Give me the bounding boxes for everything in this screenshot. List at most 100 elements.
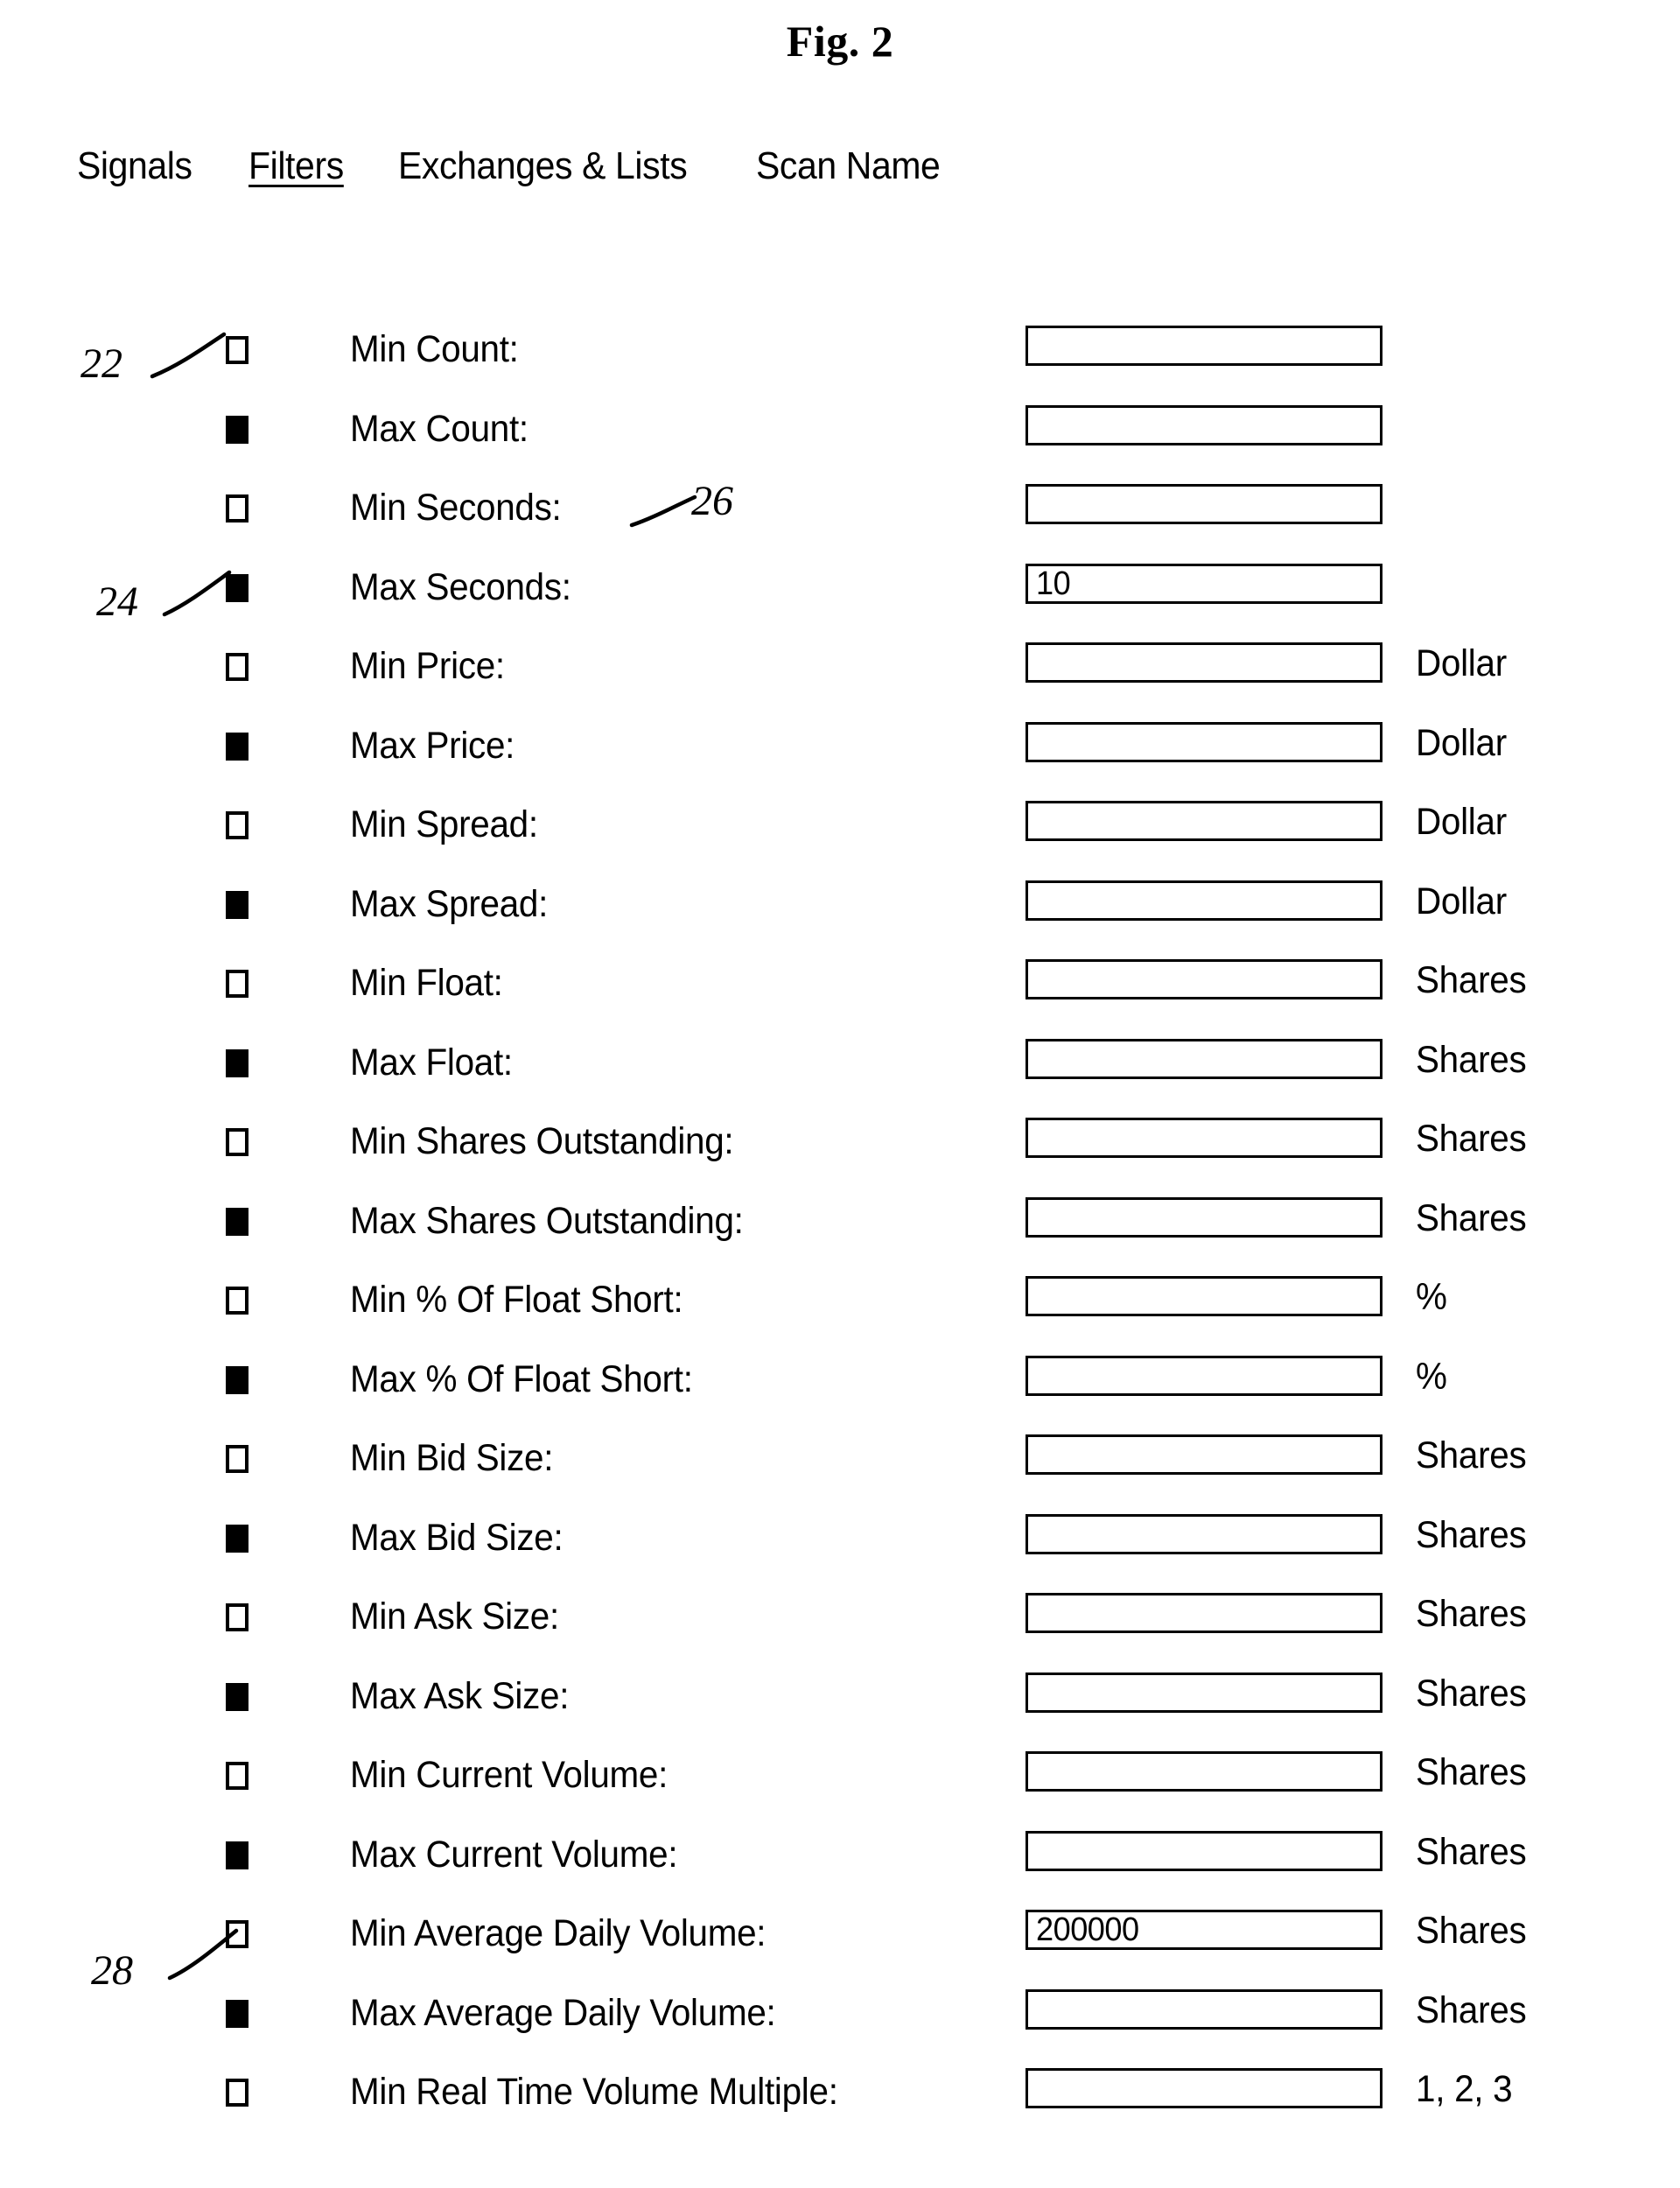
min-spread-label: Min Spread:: [350, 803, 538, 845]
min-price-input[interactable]: [1026, 642, 1382, 683]
filter-row: Max Shares Outstanding: Shares: [0, 1194, 1680, 1273]
filter-row: Min Seconds:: [0, 480, 1680, 560]
min-real-time-volume-multiple-checkbox[interactable]: [226, 2079, 248, 2107]
filter-row: Max Average Daily Volume: Shares: [0, 1986, 1680, 2065]
max-average-daily-volume-label: Max Average Daily Volume:: [350, 1991, 776, 2034]
min-spread-checkbox[interactable]: [226, 811, 248, 839]
max-price-checkbox[interactable]: [226, 732, 248, 761]
max-spread-unit-label: Dollar: [1416, 880, 1507, 922]
filter-row: Min Shares Outstanding: Shares: [0, 1114, 1680, 1194]
filter-row: Max Spread: Dollar: [0, 877, 1680, 957]
filter-row: Max % Of Float Short:%: [0, 1352, 1680, 1432]
max-seconds-checkbox[interactable]: [226, 573, 248, 602]
reference-numeral-28: 28: [91, 1947, 133, 1994]
max-spread-input[interactable]: [1026, 880, 1382, 921]
max-current-volume-checkbox[interactable]: [226, 1841, 248, 1869]
filter-row: Min Spread: Dollar: [0, 797, 1680, 877]
filter-row: Max Price: Dollar: [0, 719, 1680, 798]
max-shares-outstanding-input[interactable]: [1026, 1196, 1382, 1238]
min-price-checkbox[interactable]: [226, 653, 248, 681]
filter-row: Max Bid Size: Shares: [0, 1511, 1680, 1590]
filter-row: Min Ask Size: Shares: [0, 1589, 1680, 1669]
filter-row: Min Count:: [0, 322, 1680, 402]
min-average-daily-volume-checkbox[interactable]: [226, 1920, 248, 1948]
min-real-time-volume-multiple-label: Min Real Time Volume Multiple:: [350, 2071, 838, 2113]
max-seconds-label: Max Seconds:: [350, 565, 571, 608]
min-seconds-input[interactable]: [1026, 484, 1382, 524]
min-float-label: Min Float:: [350, 962, 503, 1004]
min-average-daily-volume-input[interactable]: 200000: [1026, 1910, 1382, 1950]
max-average-daily-volume-input[interactable]: [1026, 1988, 1382, 2030]
max-shares-outstanding-unit-label: Shares: [1416, 1196, 1527, 1239]
min-average-daily-volume-unit-label: Shares: [1416, 1910, 1527, 1952]
max-percent-of-float-short-unit-label: %: [1416, 1355, 1447, 1398]
min-price-unit-label: Dollar: [1416, 642, 1507, 684]
filter-row: Max Float: Shares: [0, 1035, 1680, 1115]
max-bid-size-input[interactable]: [1026, 1513, 1382, 1554]
min-float-input[interactable]: [1026, 959, 1382, 999]
tab-bar: Signals Filters Exchanges & Lists Scan Name: [77, 144, 954, 188]
max-ask-size-checkbox[interactable]: [226, 1682, 248, 1711]
max-average-daily-volume-unit-label: Shares: [1416, 1988, 1527, 2031]
tab-scan-name[interactable]: Scan Name: [756, 144, 941, 188]
max-percent-of-float-short-input[interactable]: [1026, 1355, 1382, 1396]
min-current-volume-unit-label: Shares: [1416, 1751, 1527, 1793]
max-seconds-input-value: 10: [1036, 565, 1071, 602]
min-seconds-label: Min Seconds:: [350, 487, 562, 529]
filter-row: Min Price: Dollar: [0, 639, 1680, 719]
filter-row: Max Ask Size: Shares: [0, 1669, 1680, 1749]
min-count-checkbox[interactable]: [226, 336, 248, 364]
max-percent-of-float-short-label: Max % Of Float Short:: [350, 1357, 693, 1400]
max-float-checkbox[interactable]: [226, 1048, 248, 1077]
min-shares-outstanding-checkbox[interactable]: [226, 1128, 248, 1156]
max-bid-size-checkbox[interactable]: [226, 1524, 248, 1553]
min-average-daily-volume-input-value: 200000: [1036, 1911, 1139, 1948]
max-spread-label: Max Spread:: [350, 882, 549, 925]
max-count-label: Max Count:: [350, 407, 528, 450]
max-bid-size-unit-label: Shares: [1416, 1513, 1527, 1556]
min-real-time-volume-multiple-input[interactable]: [1026, 2068, 1382, 2108]
filter-row: Max Seconds: 10: [0, 560, 1680, 640]
max-float-input[interactable]: [1026, 1038, 1382, 1079]
min-current-volume-checkbox[interactable]: [226, 1762, 248, 1790]
max-ask-size-input[interactable]: [1026, 1672, 1382, 1713]
reference-numeral-24: 24: [96, 579, 138, 625]
min-real-time-volume-multiple-unit-label: 1, 2, 3: [1416, 2068, 1513, 2110]
filters-form: Min Count: Max Count: Min Seconds: Max Seco…: [0, 322, 1680, 2144]
min-current-volume-label: Min Current Volume:: [350, 1754, 668, 1796]
filter-row: Min Real Time Volume Multiple: 1, 2, 3: [0, 2065, 1680, 2144]
min-count-input[interactable]: [1026, 326, 1382, 366]
max-shares-outstanding-checkbox[interactable]: [226, 1207, 248, 1236]
min-price-label: Min Price:: [350, 645, 505, 687]
max-count-checkbox[interactable]: [226, 415, 248, 444]
tab-exchanges-lists[interactable]: Exchanges & Lists: [398, 144, 688, 188]
min-float-unit-label: Shares: [1416, 959, 1527, 1001]
tab-filters[interactable]: Filters: [248, 144, 344, 188]
min-bid-size-unit-label: Shares: [1416, 1434, 1527, 1476]
tab-signals[interactable]: Signals: [77, 144, 192, 188]
max-seconds-input[interactable]: 10: [1026, 563, 1382, 604]
max-percent-of-float-short-checkbox[interactable]: [226, 1365, 248, 1394]
min-percent-of-float-short-input[interactable]: [1026, 1276, 1382, 1316]
max-price-unit-label: Dollar: [1416, 721, 1507, 764]
min-percent-of-float-short-checkbox[interactable]: [226, 1287, 248, 1315]
min-seconds-checkbox[interactable]: [226, 494, 248, 522]
max-price-input[interactable]: [1026, 721, 1382, 762]
max-price-label: Max Price:: [350, 724, 515, 767]
min-ask-size-checkbox[interactable]: [226, 1603, 248, 1631]
max-spread-checkbox[interactable]: [226, 890, 248, 919]
min-spread-unit-label: Dollar: [1416, 801, 1507, 843]
filter-row: Min % Of Float Short:%: [0, 1273, 1680, 1352]
min-ask-size-input[interactable]: [1026, 1593, 1382, 1633]
min-current-volume-input[interactable]: [1026, 1751, 1382, 1792]
max-average-daily-volume-checkbox[interactable]: [226, 1999, 248, 2028]
max-current-volume-input[interactable]: [1026, 1830, 1382, 1871]
min-shares-outstanding-input[interactable]: [1026, 1118, 1382, 1158]
min-float-checkbox[interactable]: [226, 970, 248, 998]
min-spread-input[interactable]: [1026, 801, 1382, 841]
min-ask-size-label: Min Ask Size:: [350, 1595, 559, 1637]
min-bid-size-checkbox[interactable]: [226, 1445, 248, 1473]
min-bid-size-input[interactable]: [1026, 1434, 1382, 1475]
max-count-input[interactable]: [1026, 404, 1382, 445]
max-float-unit-label: Shares: [1416, 1038, 1527, 1081]
